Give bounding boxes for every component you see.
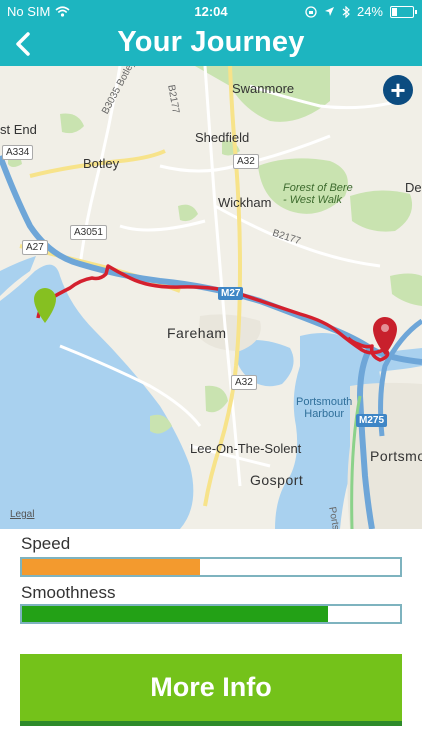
map-label-wickham: Wickham: [218, 195, 272, 210]
nav-bar: Your Journey: [0, 22, 422, 66]
location-arrow-icon: [324, 7, 334, 16]
speed-bar-fill: [22, 559, 200, 575]
road-shield-a3051: A3051: [70, 225, 107, 240]
battery-percent: 24%: [356, 4, 383, 19]
road-shield-m275: M275: [356, 414, 388, 427]
journey-map[interactable]: Swanmore st End Botley Shedfield Wickham…: [0, 66, 422, 529]
map-label-forest-of-bere: Forest of Bere - West Walk: [283, 182, 353, 206]
battery-icon: [390, 5, 417, 18]
road-shield-a334: A334: [2, 145, 34, 160]
map-label-portsmouth: Portsmo: [370, 448, 422, 464]
map-label-gosport: Gosport: [250, 472, 304, 488]
map-label-fareham: Fareham: [167, 325, 227, 341]
bluetooth-icon: [342, 5, 350, 18]
status-bar: No SIM 12:04 24%: [0, 0, 422, 22]
speed-label: Speed: [21, 534, 71, 553]
map-legal-link[interactable]: Legal: [10, 509, 34, 520]
map-label-portsmouth-harbour: Portsmouth Harbour: [296, 396, 353, 420]
start-pin-icon[interactable]: [32, 286, 58, 324]
speed-bar: [20, 557, 402, 577]
rotation-lock-icon: [305, 5, 317, 18]
page-title: Your Journey: [117, 26, 305, 58]
more-info-button[interactable]: More Info: [20, 654, 402, 726]
map-label-swanmore: Swanmore: [232, 81, 295, 96]
smoothness-label: Smoothness: [21, 583, 116, 602]
road-shield-m27: M27: [218, 287, 244, 300]
map-label-shedfield: Shedfield: [195, 130, 250, 145]
map-label-east-end: st End: [0, 122, 37, 137]
road-shield-a32-north: A32: [233, 154, 259, 169]
map-label-botley: Botley: [83, 156, 120, 171]
end-pin-icon[interactable]: [371, 316, 399, 356]
road-shield-a32-south: A32: [231, 375, 257, 390]
zoom-in-button[interactable]: +: [383, 75, 413, 105]
smoothness-bar-fill: [22, 606, 329, 622]
map-label-lee-on-the-solent: Lee-On-The-Solent: [190, 441, 302, 456]
road-shield-a27: A27: [22, 240, 48, 255]
smoothness-bar: [20, 604, 402, 624]
map-label-de: De: [405, 180, 422, 195]
